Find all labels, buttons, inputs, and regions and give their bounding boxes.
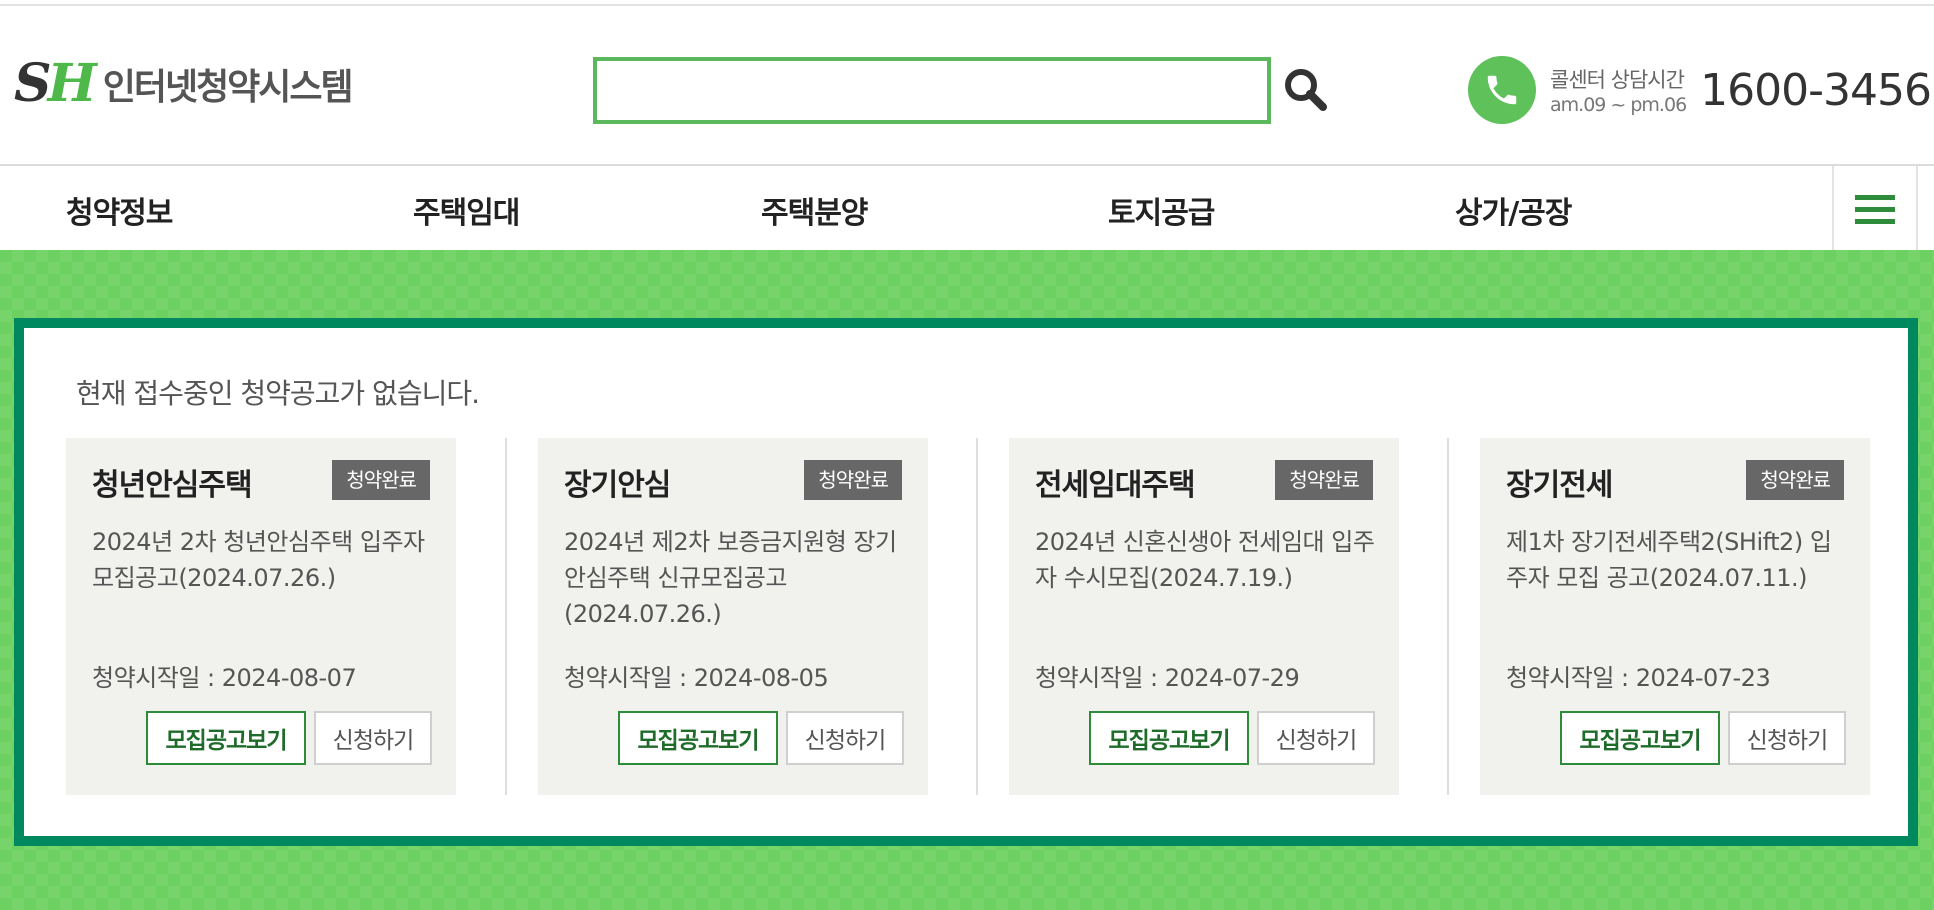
- apply-button[interactable]: 신청하기: [1257, 711, 1375, 765]
- nav-item-housing-rental[interactable]: 주택임대: [413, 188, 520, 232]
- card-title: 장기전세: [1506, 468, 1613, 503]
- card-title: 장기안심: [564, 468, 671, 503]
- view-notice-button[interactable]: 모집공고보기: [1560, 711, 1720, 765]
- callcenter-label: 콜센터 상담시간: [1550, 68, 1685, 92]
- announcement-card: 장기안심 청약완료 2024년 제2차 보증금지원형 장기안심주택 신규모집공고…: [538, 438, 928, 795]
- announcement-card: 전세임대주택 청약완료 2024년 신혼신생아 전세임대 입주자 수시모집(20…: [1009, 438, 1399, 795]
- site-logo[interactable]: SH 인터넷청약시스템: [14, 53, 354, 114]
- apply-button[interactable]: 신청하기: [786, 711, 904, 765]
- card-start-date: 청약시작일 : 2024-07-23: [1506, 664, 1771, 692]
- search-button[interactable]: [1281, 65, 1331, 115]
- announcement-band: 현재 접수중인 청약공고가 없습니다. 청년안심주택 청약완료 2024년 2차…: [0, 250, 1934, 910]
- search-input[interactable]: [597, 61, 1267, 120]
- nav-item-subscription-info[interactable]: 청약정보: [66, 188, 173, 232]
- card-divider: [1447, 438, 1449, 795]
- card-start-date: 청약시작일 : 2024-08-07: [92, 664, 357, 692]
- hamburger-menu-icon: [1855, 188, 1895, 231]
- sh-logo-mark: SH: [14, 53, 97, 114]
- card-title: 청년안심주택: [92, 468, 253, 503]
- site-header: SH 인터넷청약시스템 콜센터 상담시간 am.09 ~ pm.06 1600-…: [0, 6, 1934, 164]
- card-title: 전세임대주택: [1035, 468, 1196, 503]
- apply-button[interactable]: 신청하기: [1728, 711, 1846, 765]
- nav-item-housing-sale[interactable]: 주택분양: [761, 188, 868, 232]
- logo-text: 인터넷청약시스템: [102, 67, 354, 108]
- menu-button[interactable]: [1832, 166, 1918, 252]
- card-divider: [505, 438, 507, 795]
- card-start-date: 청약시작일 : 2024-07-29: [1035, 664, 1300, 692]
- callcenter-info: 콜센터 상담시간 am.09 ~ pm.06 1600-3456: [1468, 56, 1932, 124]
- main-nav: 청약정보 주택임대 주택분양 토지공급 상가/공장: [0, 164, 1934, 252]
- apply-button[interactable]: 신청하기: [314, 711, 432, 765]
- view-notice-button[interactable]: 모집공고보기: [146, 711, 306, 765]
- card-description[interactable]: 2024년 2차 청년안심주택 입주자모집공고(2024.07.26.): [92, 524, 432, 596]
- announcement-card: 청년안심주택 청약완료 2024년 2차 청년안심주택 입주자모집공고(2024…: [66, 438, 456, 795]
- search-box: [593, 57, 1271, 124]
- no-open-notice: 현재 접수중인 청약공고가 없습니다.: [76, 377, 480, 410]
- announcement-panel: 현재 접수중인 청약공고가 없습니다. 청년안심주택 청약완료 2024년 2차…: [14, 318, 1918, 846]
- phone-icon: [1468, 56, 1536, 124]
- announcement-card: 장기전세 청약완료 제1차 장기전세주택2(SHift2) 입주자 모집 공고(…: [1480, 438, 1870, 795]
- nav-item-land-supply[interactable]: 토지공급: [1108, 188, 1215, 232]
- card-description[interactable]: 제1차 장기전세주택2(SHift2) 입주자 모집 공고(2024.07.11…: [1506, 524, 1846, 596]
- callcenter-number: 1600-3456: [1700, 64, 1932, 116]
- view-notice-button[interactable]: 모집공고보기: [618, 711, 778, 765]
- status-badge: 청약완료: [332, 460, 430, 500]
- status-badge: 청약완료: [1746, 460, 1844, 500]
- status-badge: 청약완료: [804, 460, 902, 500]
- status-badge: 청약완료: [1275, 460, 1373, 500]
- view-notice-button[interactable]: 모집공고보기: [1089, 711, 1249, 765]
- card-description[interactable]: 2024년 신혼신생아 전세임대 입주자 수시모집(2024.7.19.): [1035, 524, 1375, 596]
- card-start-date: 청약시작일 : 2024-08-05: [564, 664, 829, 692]
- search-icon: [1285, 69, 1327, 111]
- card-description[interactable]: 2024년 제2차 보증금지원형 장기안심주택 신규모집공고(2024.07.2…: [564, 524, 904, 632]
- card-divider: [976, 438, 978, 795]
- nav-item-commercial-factory[interactable]: 상가/공장: [1455, 188, 1572, 232]
- callcenter-hours: am.09 ~ pm.06: [1550, 94, 1687, 116]
